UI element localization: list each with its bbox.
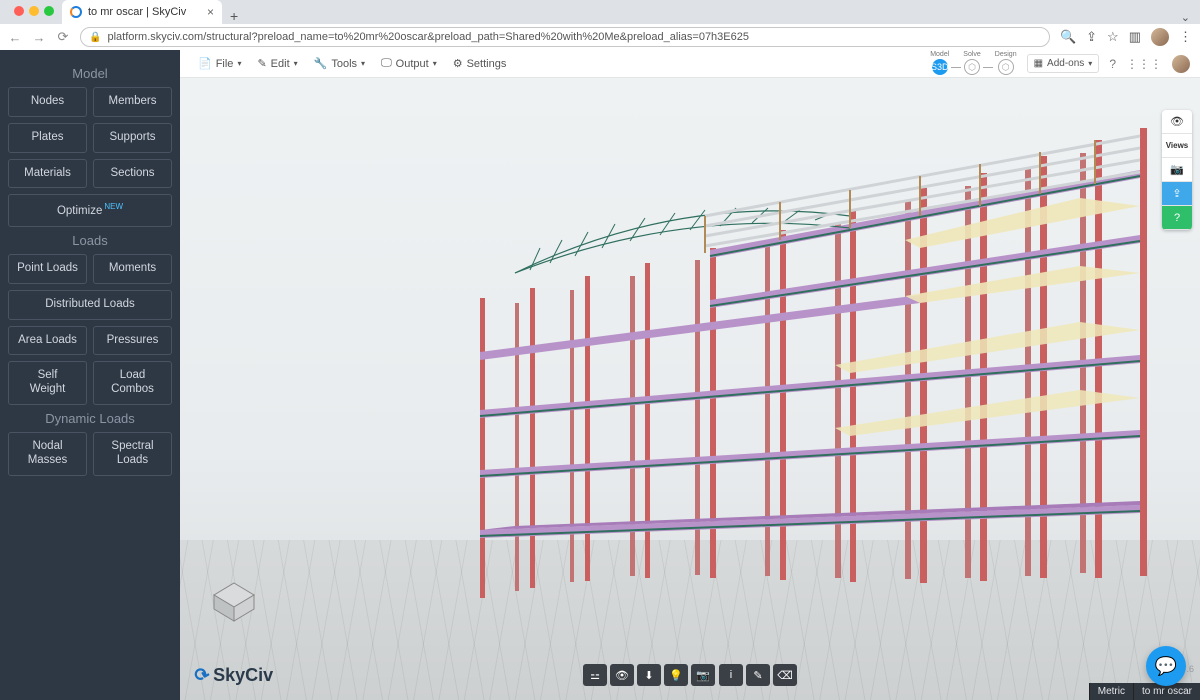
btn-pressures[interactable]: Pressures (93, 326, 172, 356)
monitor-icon: 🖵 (381, 57, 392, 70)
workflow-stages[interactable]: ModelS3D Solve⬡ Design⬡ (930, 52, 1016, 75)
btn-materials[interactable]: Materials (8, 159, 87, 189)
addons-button[interactable]: ▦Add-ons▾ (1027, 54, 1100, 73)
search-icon[interactable]: 🔍 (1060, 29, 1076, 45)
sidebar-heading-dynamic: Dynamic Loads (8, 411, 172, 426)
stage-model-dot: S3D (932, 59, 948, 75)
rs-share-icon[interactable]: ⇪ (1162, 182, 1192, 206)
btn-supports[interactable]: Supports (93, 123, 172, 153)
menu-output[interactable]: 🖵Output▾ (373, 50, 445, 77)
status-units[interactable]: Metric (1089, 683, 1133, 700)
viewport-3d[interactable]: ⟳SkyCiv ⚍ 👁 ⬇ 💡 📷 i ✎ ⌫ v5.7.6 Metric to… (180, 78, 1200, 700)
chat-icon: 💬 (1155, 656, 1177, 677)
sidebar-heading-model: Model (8, 66, 172, 81)
btn-area-loads[interactable]: Area Loads (8, 326, 87, 356)
sidebar: Model Nodes Members Plates Supports Mate… (0, 50, 180, 700)
favicon-icon (70, 6, 82, 18)
vt-members-icon[interactable]: ⚍ (583, 664, 607, 686)
gear-icon: ⚙ (453, 57, 463, 70)
btn-optimize[interactable]: OptimizeNEW (8, 194, 172, 227)
btn-nodes[interactable]: Nodes (8, 87, 87, 117)
vt-light-icon[interactable]: 💡 (664, 664, 688, 686)
btn-distributed-loads[interactable]: Distributed Loads (8, 290, 172, 320)
help-icon[interactable]: ? (1109, 57, 1116, 71)
viewport-toolbar: ⚍ 👁 ⬇ 💡 📷 i ✎ ⌫ (583, 664, 797, 686)
vt-camera-icon[interactable]: 📷 (691, 664, 715, 686)
tab-title: to mr oscar | SkyCiv (88, 6, 186, 18)
url-text: platform.skyciv.com/structural?preload_n… (107, 31, 749, 43)
share-icon[interactable]: ⇪ (1086, 29, 1097, 45)
back-icon[interactable]: ← (8, 30, 22, 45)
file-icon: 📄 (198, 57, 212, 70)
vt-erase-icon[interactable]: ⌫ (773, 664, 797, 686)
btn-spectral-loads[interactable]: Spectral Loads (93, 432, 172, 476)
rs-camera-icon[interactable]: 📷 (1162, 158, 1192, 182)
btn-nodal-masses[interactable]: Nodal Masses (8, 432, 87, 476)
btn-members[interactable]: Members (93, 87, 172, 117)
status-bar: Metric to mr oscar (1089, 683, 1200, 700)
axis-gizmo[interactable] (204, 575, 264, 630)
logo-icon: ⟳ (192, 663, 212, 687)
window-controls[interactable] (6, 0, 62, 16)
grid-icon: ▦ (1034, 58, 1043, 69)
menu-settings[interactable]: ⚙Settings (445, 50, 515, 77)
wrench-icon: 🔧 (314, 57, 328, 70)
rs-eye-icon[interactable]: 👁 (1162, 110, 1192, 134)
tabs-overflow-icon[interactable]: ⌄ (1171, 11, 1200, 24)
btn-load-combos[interactable]: Load Combos (93, 361, 172, 405)
vt-visibility-icon[interactable]: 👁 (610, 664, 634, 686)
pencil-icon: ✎ (257, 57, 266, 70)
btn-point-loads[interactable]: Point Loads (8, 254, 87, 284)
lock-icon: 🔒 (89, 32, 101, 43)
browser-tab[interactable]: to mr oscar | SkyCiv × (62, 0, 222, 24)
vt-edit-icon[interactable]: ✎ (746, 664, 770, 686)
vt-info-icon[interactable]: i (719, 664, 743, 686)
new-tab-button[interactable]: + (222, 8, 246, 24)
rs-views-button[interactable]: Views (1162, 134, 1192, 158)
panel-icon[interactable]: ▥ (1129, 29, 1141, 45)
btn-plates[interactable]: Plates (8, 123, 87, 153)
browser-chrome: to mr oscar | SkyCiv × + ⌄ ← → ⟳ 🔒 platf… (0, 0, 1200, 50)
apps-icon[interactable]: ⋮⋮⋮ (1126, 57, 1162, 71)
menu-edit[interactable]: ✎Edit▾ (249, 50, 305, 77)
forward-icon[interactable]: → (32, 30, 46, 45)
user-avatar[interactable] (1172, 55, 1190, 73)
vt-download-icon[interactable]: ⬇ (637, 664, 661, 686)
stage-solve-dot: ⬡ (964, 59, 980, 75)
bookmark-icon[interactable]: ☆ (1107, 29, 1119, 45)
rs-help-icon[interactable]: ? (1162, 206, 1192, 230)
btn-self-weight[interactable]: Self Weight (8, 361, 87, 405)
reload-icon[interactable]: ⟳ (56, 29, 70, 45)
kebab-icon[interactable]: ⋮ (1179, 29, 1192, 45)
app-menubar: 📄File▾ ✎Edit▾ 🔧Tools▾ 🖵Output▾ ⚙Settings… (180, 50, 1200, 78)
stage-design-dot: ⬡ (998, 59, 1014, 75)
structural-model (420, 98, 1180, 618)
sidebar-heading-loads: Loads (8, 233, 172, 248)
btn-sections[interactable]: Sections (93, 159, 172, 189)
right-tool-strip: 👁 Views 📷 ⇪ ? (1162, 110, 1192, 230)
btn-moments[interactable]: Moments (93, 254, 172, 284)
menu-tools[interactable]: 🔧Tools▾ (306, 50, 373, 77)
profile-avatar[interactable] (1151, 28, 1169, 46)
address-bar[interactable]: 🔒 platform.skyciv.com/structural?preload… (80, 27, 1050, 47)
menu-file[interactable]: 📄File▾ (190, 50, 249, 77)
brand-logo: ⟳SkyCiv (194, 665, 273, 686)
chat-fab[interactable]: 💬 (1146, 646, 1186, 686)
close-tab-icon[interactable]: × (207, 5, 214, 19)
